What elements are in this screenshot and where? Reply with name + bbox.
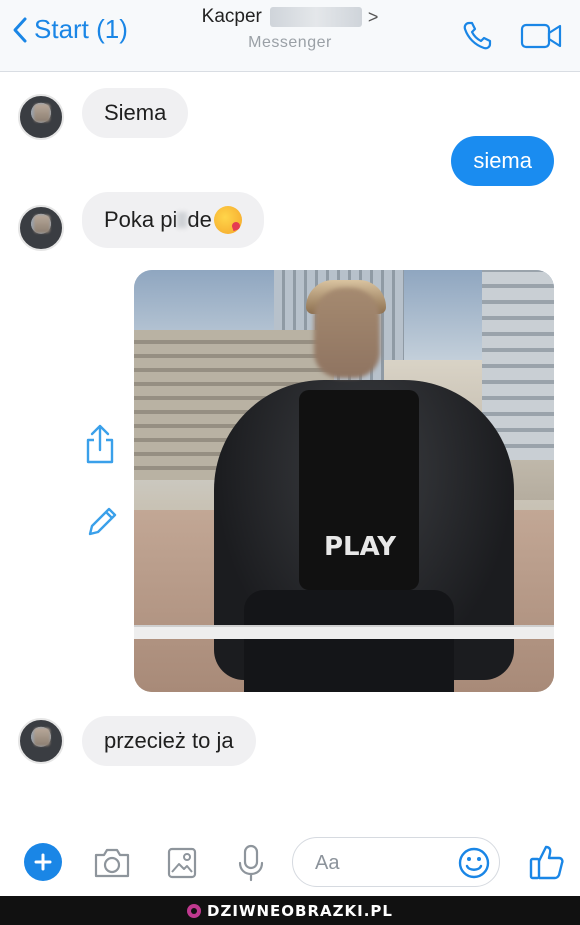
microphone-icon[interactable]	[236, 843, 266, 883]
message-row: przecież to ja	[0, 714, 580, 770]
censored-surname	[269, 7, 362, 27]
blurred-face	[314, 288, 380, 378]
share-icon[interactable]	[84, 422, 116, 466]
watermark-text: DZIWNEOBRAZKI.PL	[207, 901, 393, 920]
watermark-bar: DZIWNEOBRAZKI.PL	[0, 896, 580, 925]
shirt-print-text: PLAY	[324, 532, 397, 562]
message-input[interactable]	[315, 848, 445, 878]
contact-name: Kacper	[201, 6, 262, 27]
message-text: przecież to ja	[104, 728, 234, 753]
video-camera-icon[interactable]	[520, 20, 564, 52]
incoming-message[interactable]: przecież to ja	[82, 716, 256, 766]
incoming-message[interactable]: Poka pi de	[82, 192, 264, 248]
thumbs-up-icon[interactable]	[528, 842, 566, 882]
message-row: siema	[0, 136, 580, 188]
phone-icon[interactable]	[460, 18, 496, 54]
message-text: Siema	[104, 100, 167, 125]
chevron-right-icon: >	[367, 6, 379, 27]
incoming-message[interactable]: Siema	[82, 88, 189, 138]
outgoing-message[interactable]: siema	[451, 136, 554, 186]
message-row: Poka pi de	[0, 188, 580, 251]
censored-text	[177, 212, 188, 228]
pencil-icon[interactable]	[84, 504, 120, 540]
smiley-icon[interactable]	[457, 846, 491, 880]
plus-button[interactable]	[24, 843, 62, 881]
plus-icon	[34, 853, 52, 871]
image-icon[interactable]	[166, 846, 198, 880]
avatar[interactable]	[18, 205, 64, 251]
conversation-header: Start (1) Kacper > Messenger	[0, 0, 580, 72]
message-row: Siema	[0, 88, 580, 142]
photo-attachment[interactable]: PLAY	[134, 270, 554, 692]
watermark-logo-icon	[187, 903, 202, 918]
message-text-after-blur: de	[187, 207, 212, 232]
avatar[interactable]	[18, 718, 64, 764]
avatar[interactable]	[18, 94, 64, 140]
message-text: siema	[473, 148, 532, 173]
message-text: Poka pi	[104, 207, 178, 232]
camera-icon[interactable]	[92, 846, 132, 880]
message-input-field[interactable]	[292, 837, 500, 887]
kissing-heart-emoji	[213, 206, 242, 234]
